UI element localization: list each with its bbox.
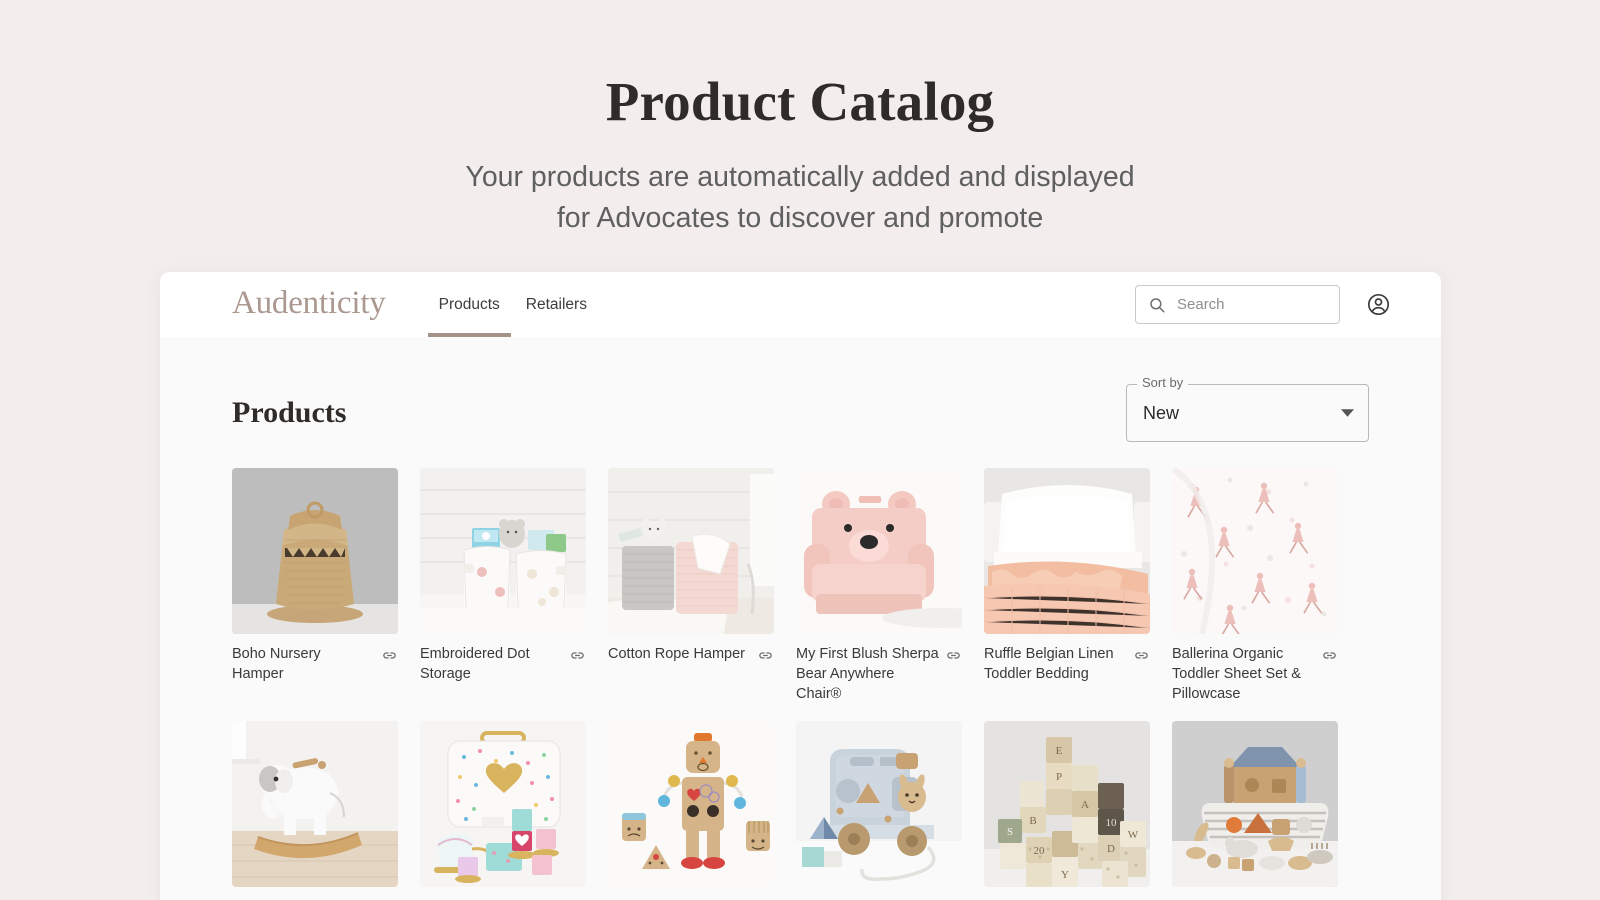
product-image[interactable] xyxy=(1172,468,1338,634)
product-card[interactable]: Boho Nursery Hamper xyxy=(232,468,398,705)
hero-section: Product Catalog Your products are automa… xyxy=(0,0,1600,239)
product-image[interactable] xyxy=(232,720,398,887)
svg-text:S: S xyxy=(1007,826,1013,838)
link-icon[interactable] xyxy=(381,647,398,664)
product-card[interactable] xyxy=(420,720,586,900)
product-card[interactable]: Ballerina Organic Toddler Sheet Set & Pi… xyxy=(1172,468,1338,705)
product-image[interactable] xyxy=(420,720,586,887)
product-card[interactable] xyxy=(796,720,962,900)
product-image[interactable] xyxy=(420,468,586,634)
chevron-down-icon[interactable] xyxy=(1341,409,1354,417)
search-input[interactable] xyxy=(1177,296,1327,313)
content-area: Products New Sort by Boho Nursery Hamper… xyxy=(160,337,1441,900)
search-box[interactable] xyxy=(1135,285,1340,324)
product-card-footer: Ballerina Organic Toddler Sheet Set & Pi… xyxy=(1172,645,1338,705)
link-icon[interactable] xyxy=(945,647,962,664)
product-image[interactable] xyxy=(608,468,774,634)
page-title: Product Catalog xyxy=(605,71,995,132)
brand-logo[interactable]: Audenticity xyxy=(232,286,386,323)
product-card[interactable]: Embroidered Dot Storage xyxy=(420,468,586,705)
product-card-footer: Cotton Rope Hamper xyxy=(608,645,774,665)
product-card-footer: Boho Nursery Hamper xyxy=(232,645,398,685)
link-icon[interactable] xyxy=(1133,647,1150,664)
product-image[interactable] xyxy=(1172,720,1338,887)
product-card[interactable] xyxy=(1172,720,1338,900)
link-icon[interactable] xyxy=(569,647,586,664)
hero-subtitle-line1: Your products are automatically added an… xyxy=(465,161,1135,194)
tab-products-label: Products xyxy=(438,295,500,313)
product-name: My First Blush Sherpa Bear Anywhere Chai… xyxy=(796,646,939,702)
hero-subtitle: Your products are automatically added an… xyxy=(0,157,1600,239)
product-card-footer: Ruffle Belgian Linen Toddler Bedding xyxy=(984,645,1150,685)
product-card[interactable]: E P B S 20 Y A 10 D W xyxy=(984,720,1150,900)
account-circle-icon[interactable] xyxy=(1366,292,1391,317)
product-name: Cotton Rope Hamper xyxy=(608,646,746,662)
link-icon[interactable] xyxy=(1321,647,1338,664)
product-image[interactable] xyxy=(984,468,1150,634)
navbar-right xyxy=(1135,285,1391,324)
section-title: Products xyxy=(232,396,347,429)
product-name: Ballerina Organic Toddler Sheet Set & Pi… xyxy=(1172,646,1301,702)
svg-text:E: E xyxy=(1056,745,1063,757)
navbar: Audenticity Products Retailers xyxy=(160,272,1441,337)
hero-subtitle-line2: for Advocates to discover and promote xyxy=(556,202,1044,235)
nav-links: Products Retailers xyxy=(426,272,600,337)
svg-text:B: B xyxy=(1029,815,1036,827)
tab-retailers[interactable]: Retailers xyxy=(513,272,600,337)
page-root: Product Catalog Your products are automa… xyxy=(0,0,1600,900)
sort-by-label: Sort by xyxy=(1137,376,1189,389)
product-image[interactable] xyxy=(232,468,398,634)
tab-retailers-label: Retailers xyxy=(525,295,587,313)
sort-by-field[interactable]: New xyxy=(1126,384,1369,442)
product-card-footer: My First Blush Sherpa Bear Anywhere Chai… xyxy=(796,645,962,705)
svg-text:Y: Y xyxy=(1061,869,1069,881)
product-card[interactable]: My First Blush Sherpa Bear Anywhere Chai… xyxy=(796,468,962,705)
product-card[interactable]: Cotton Rope Hamper xyxy=(608,468,774,705)
product-card-footer: Embroidered Dot Storage xyxy=(420,645,586,685)
product-name: Boho Nursery Hamper xyxy=(232,646,321,682)
content-header: Products New Sort by xyxy=(232,337,1369,442)
sort-by-select[interactable]: New Sort by xyxy=(1126,376,1369,442)
svg-text:10: 10 xyxy=(1106,817,1118,829)
app-window-preview: Audenticity Products Retailers Search Pr… xyxy=(160,272,1441,900)
tab-products[interactable]: Products xyxy=(426,272,513,337)
svg-text:20: 20 xyxy=(1034,845,1046,857)
product-image[interactable] xyxy=(796,720,962,887)
sort-by-value: New xyxy=(1143,402,1180,423)
product-card[interactable] xyxy=(232,720,398,900)
product-image[interactable] xyxy=(796,468,962,634)
product-image[interactable]: E P B S 20 Y A 10 D W xyxy=(984,720,1150,887)
product-name: Ruffle Belgian Linen Toddler Bedding xyxy=(984,646,1114,682)
svg-text:D: D xyxy=(1107,843,1115,855)
product-card[interactable]: Ruffle Belgian Linen Toddler Bedding xyxy=(984,468,1150,705)
link-icon[interactable] xyxy=(757,647,774,664)
search-icon xyxy=(1148,296,1166,314)
product-grid: Boho Nursery Hamper Embroidered Dot Stor… xyxy=(232,468,1369,900)
product-image[interactable] xyxy=(608,720,774,887)
svg-text:A: A xyxy=(1081,799,1089,811)
svg-text:W: W xyxy=(1128,829,1139,841)
product-name: Embroidered Dot Storage xyxy=(420,646,530,682)
product-card[interactable] xyxy=(608,720,774,900)
svg-text:P: P xyxy=(1056,771,1062,783)
